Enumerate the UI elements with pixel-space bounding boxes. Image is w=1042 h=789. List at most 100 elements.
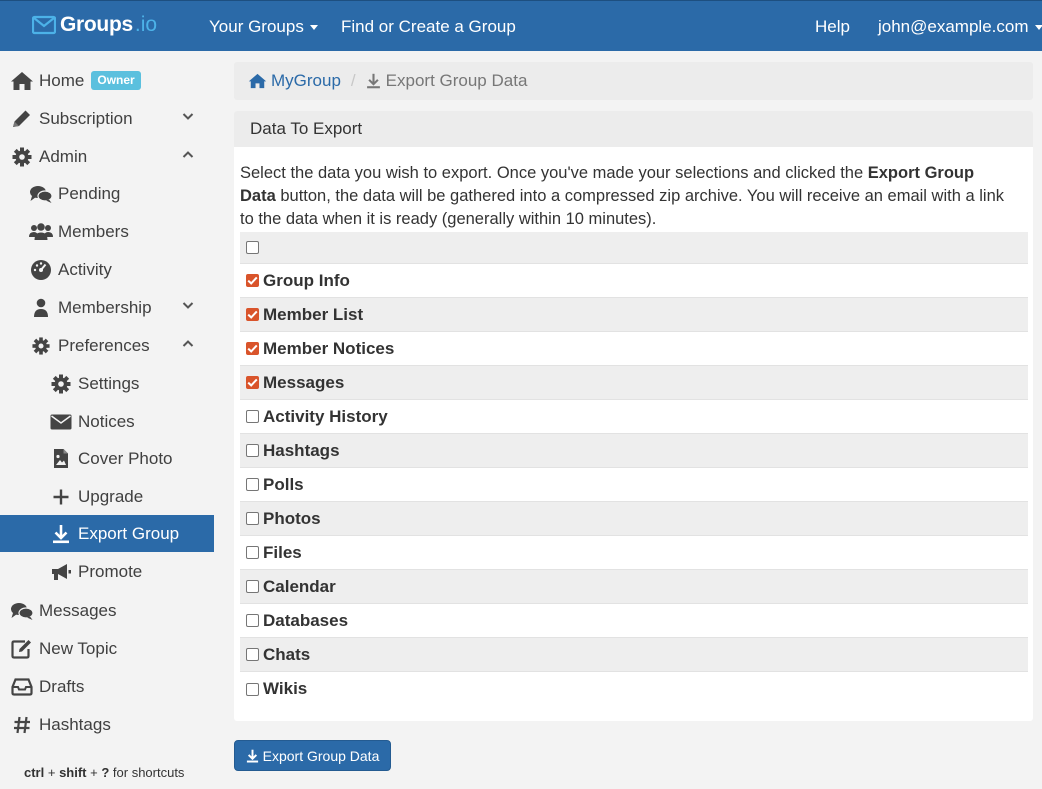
export-option-label: Group Info (263, 270, 350, 290)
sidebar-item-drafts[interactable]: Drafts (0, 668, 214, 705)
export-option-row: Chats (240, 638, 1028, 672)
breadcrumb: MyGroup / Export Group Data (234, 62, 1033, 100)
sidebar-item-label: New Topic (39, 638, 118, 658)
sidebar-item-membership[interactable]: Membership (0, 289, 214, 326)
shortcuts-hint: ctrl + shift + ? for shortcuts (24, 765, 184, 780)
export-button-label: Export Group Data (262, 747, 380, 764)
chevron-up-icon (182, 150, 194, 159)
sidebar-item-export-group[interactable]: Export Group (0, 515, 214, 552)
export-option-row: Polls (240, 468, 1028, 502)
breadcrumb-current: Export Group Data (366, 71, 528, 91)
sidebar-item-preferences[interactable]: Preferences (0, 327, 214, 364)
sidebar-item-label: Home (39, 70, 85, 90)
chevron-down-icon (182, 112, 194, 121)
export-option-label: Member Notices (263, 338, 395, 358)
export-option-label: Databases (263, 610, 349, 630)
sidebar-item-admin[interactable]: Admin (0, 138, 214, 175)
plus-icon (49, 486, 73, 508)
sidebar-item-settings[interactable]: Settings (0, 365, 214, 402)
owner-badge: Owner (91, 71, 141, 90)
envelope-icon (49, 411, 73, 433)
intro-before: Select the data you wish to export. Once… (240, 164, 868, 182)
sidebar-item-messages[interactable]: Messages (0, 592, 214, 629)
intro-text: Select the data you wish to export. Once… (240, 162, 1010, 231)
sidebar-item-home[interactable]: Home Owner (0, 62, 214, 99)
export-option-checkbox[interactable] (246, 478, 259, 491)
sidebar-item-label: Hashtags (39, 714, 111, 734)
sidebar-item-notices[interactable]: Notices (0, 403, 214, 440)
export-option-checkbox[interactable] (246, 342, 259, 355)
export-group-data-button[interactable]: Export Group Data (234, 740, 391, 771)
dashboard-icon (29, 259, 53, 281)
sidebar-item-pending[interactable]: Pending (0, 175, 214, 212)
breadcrumb-group-link[interactable]: MyGroup (248, 71, 341, 91)
kbd-ctrl: ctrl (24, 765, 45, 780)
comments-icon (29, 183, 53, 205)
export-option-checkbox[interactable] (246, 682, 259, 696)
export-option-row: Activity History (240, 400, 1028, 434)
export-option-label: Wikis (263, 679, 308, 698)
sidebar-item-subscription[interactable]: Subscription (0, 100, 214, 137)
find-create-group-link[interactable]: Find or Create a Group (341, 17, 516, 37)
brand-tld: .io (134, 13, 158, 36)
gear-icon (29, 335, 53, 357)
your-groups-dropdown[interactable]: Your Groups (209, 17, 318, 37)
sidebar-item-label: Messages (39, 600, 117, 620)
your-groups-label: Your Groups (209, 17, 304, 36)
export-option-label: Member List (263, 304, 364, 324)
export-option-label: Files (263, 542, 302, 562)
export-option-label: Polls (263, 474, 304, 494)
export-option-row: Messages (240, 366, 1028, 400)
sidebar-item-members[interactable]: Members (0, 213, 214, 250)
gear-icon (10, 146, 34, 168)
top-navbar: Groups .io Your Groups Find or Create a … (0, 0, 1042, 51)
sidebar-item-activity[interactable]: Activity (0, 251, 214, 288)
sidebar-item-promote[interactable]: Promote (0, 553, 214, 590)
export-options-list: Group Info Member List Member Notices Messa… (240, 232, 1028, 706)
export-option-checkbox[interactable] (246, 614, 259, 627)
panel-title: Data To Export (250, 119, 363, 138)
select-all-checkbox[interactable] (246, 241, 259, 254)
brand-name: Groups (60, 13, 133, 36)
sidebar-item-upgrade[interactable]: Upgrade (0, 478, 214, 515)
export-option-checkbox[interactable] (246, 308, 259, 321)
export-option-checkbox[interactable] (246, 376, 259, 389)
download-icon (246, 749, 259, 763)
brand-logo[interactable]: Groups .io (32, 13, 157, 37)
hashtag-icon (10, 714, 34, 736)
export-option-checkbox[interactable] (246, 580, 259, 593)
export-option-checkbox[interactable] (246, 648, 259, 661)
bullhorn-icon (49, 561, 73, 583)
comments-icon (10, 600, 34, 622)
export-option-checkbox[interactable] (246, 410, 259, 423)
kbd-plus: + (86, 765, 102, 780)
sidebar-item-label: Membership (58, 297, 152, 317)
sidebar-item-label: Export Group (78, 523, 180, 543)
sidebar-item-cover-photo[interactable]: Cover Photo (0, 440, 214, 477)
sidebar-item-label: Members (58, 221, 129, 241)
export-option-checkbox[interactable] (246, 512, 259, 525)
export-option-row: Databases (240, 604, 1028, 638)
sidebar-item-label: Cover Photo (78, 448, 173, 468)
download-icon (49, 523, 73, 545)
sidebar-item-label: Drafts (39, 676, 85, 696)
home-icon (248, 73, 267, 89)
breadcrumb-current-label: Export Group Data (385, 71, 528, 90)
user-email: john@example.com (878, 17, 1029, 36)
file-image-icon (49, 448, 73, 470)
sidebar-item-hashtags[interactable]: Hashtags (0, 706, 214, 743)
export-option-label: Chats (263, 644, 311, 664)
export-option-checkbox[interactable] (246, 444, 259, 457)
breadcrumb-group-label: MyGroup (271, 71, 341, 90)
export-option-row: Member Notices (240, 332, 1028, 366)
export-option-checkbox[interactable] (246, 546, 259, 559)
envelope-logo-icon (32, 15, 56, 35)
shortcuts-text: for shortcuts (109, 765, 185, 780)
export-option-checkbox[interactable] (246, 274, 259, 287)
user-menu-dropdown[interactable]: john@example.com (878, 17, 1042, 37)
sidebar-item-new-topic[interactable]: New Topic (0, 630, 214, 667)
panel-heading: Data To Export (234, 111, 1033, 147)
sidebar-item-label: Subscription (39, 108, 133, 128)
export-option-row: Wikis (240, 672, 1028, 706)
help-link[interactable]: Help (815, 17, 850, 37)
